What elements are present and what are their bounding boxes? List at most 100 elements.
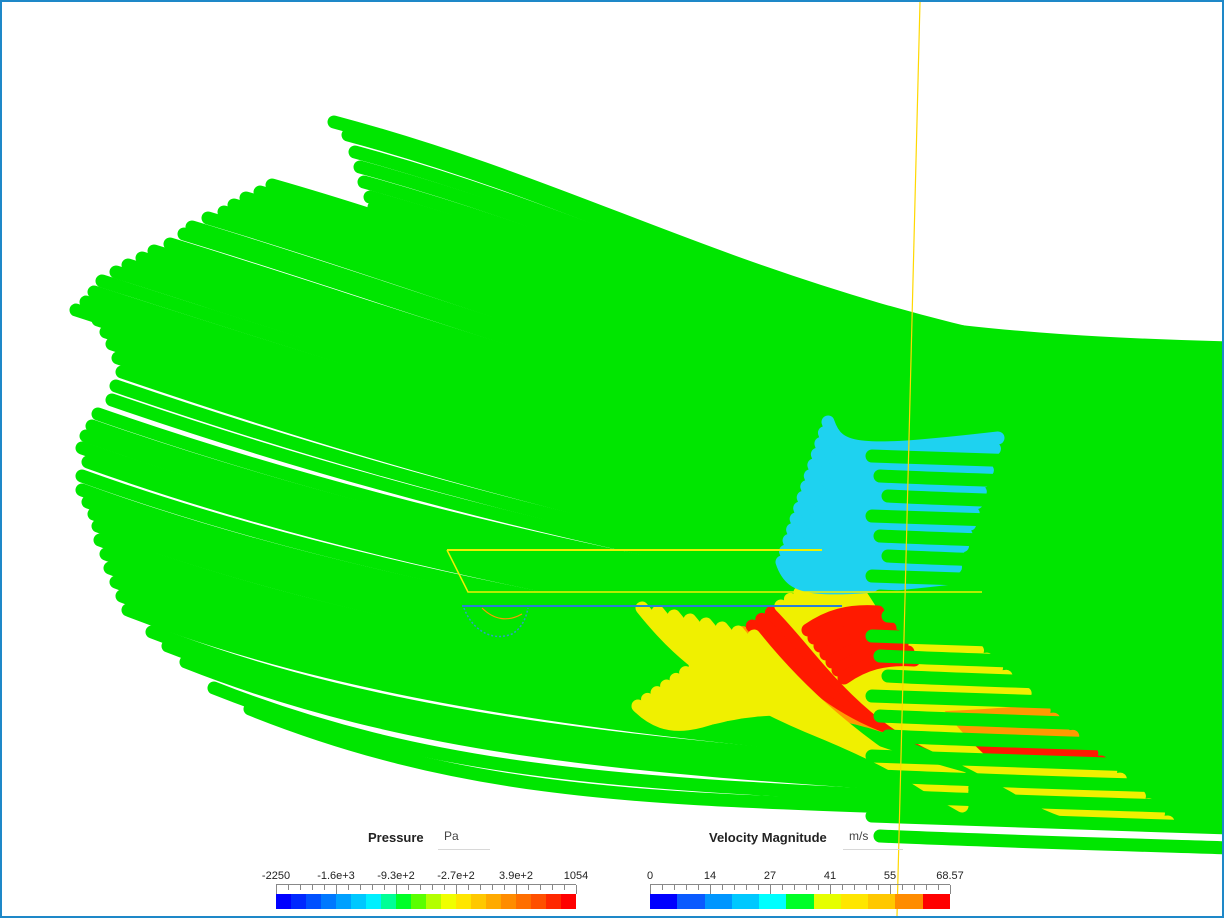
velocity-tick-label: 55 [883, 870, 897, 882]
streamline-scene[interactable] [2, 2, 1222, 916]
pressure-axis-tick [552, 885, 553, 890]
pressure-axis-tick [360, 885, 361, 890]
pressure-color-swatch [306, 894, 321, 909]
pressure-axis-tick [504, 885, 505, 890]
pressure-color-swatch [531, 894, 546, 909]
velocity-axis-tick [890, 885, 891, 894]
velocity-tick-label: 41 [823, 870, 837, 882]
pressure-color-swatch [501, 894, 516, 909]
pressure-color-swatch [336, 894, 351, 909]
pressure-legend: Pressure Pa -2250 -1.6e+3 -9.3e+2 -2.7e+2 3.… [248, 822, 589, 916]
velocity-axis-tick [866, 885, 867, 890]
pressure-axis-tick [540, 885, 541, 890]
velocity-axis-tick [650, 885, 651, 894]
pressure-color-swatch [291, 894, 306, 909]
velocity-color-swatch [759, 894, 787, 909]
velocity-legend: Velocity Magnitude m/s 0 14 27 41 55 68.57 [622, 822, 982, 916]
pressure-axis-tick [420, 885, 421, 890]
velocity-axis-tick [902, 885, 903, 890]
velocity-axis-tick [674, 885, 675, 890]
pressure-axis-tick [528, 885, 529, 890]
velocity-color-swatch [868, 894, 896, 909]
pressure-tick-label: -2250 [261, 870, 291, 882]
pressure-color-swatch [381, 894, 396, 909]
pressure-color-swatch [276, 894, 291, 909]
pressure-color-swatch [396, 894, 411, 909]
velocity-color-swatch [895, 894, 923, 909]
velocity-axis-tick [770, 885, 771, 894]
pressure-axis-tick [480, 885, 481, 890]
velocity-tick-label: 27 [763, 870, 777, 882]
pressure-legend-unit: Pa [438, 822, 490, 850]
pressure-axis-tick [324, 885, 325, 890]
pressure-axis-tick [300, 885, 301, 890]
velocity-axis-tick [722, 885, 723, 890]
pressure-axis-tick [396, 885, 397, 894]
cfd-viewport[interactable]: Pressure Pa -2250 -1.6e+3 -9.3e+2 -2.7e+2 3.… [0, 0, 1224, 918]
pressure-tick-label: -2.7e+2 [437, 870, 475, 882]
velocity-axis-tick [830, 885, 831, 894]
velocity-tick-labels: 0 14 27 41 55 68.57 [646, 870, 964, 884]
pressure-color-swatch [561, 894, 576, 909]
velocity-tick-label: 68.57 [936, 870, 964, 882]
pressure-axis-tick [576, 885, 577, 894]
velocity-axis-tick [938, 885, 939, 890]
velocity-axis-tick [842, 885, 843, 890]
pressure-axis-tick [408, 885, 409, 890]
pressure-axis-tick [444, 885, 445, 890]
velocity-axis-tick [734, 885, 735, 890]
pressure-axis-tick [372, 885, 373, 890]
velocity-axis-tick [686, 885, 687, 890]
velocity-axis-tick [950, 885, 951, 894]
pressure-axis-tick [288, 885, 289, 890]
pressure-axis-tick [312, 885, 313, 890]
velocity-axis-tick [926, 885, 927, 890]
pressure-color-swatch [471, 894, 486, 909]
velocity-axis-tick [758, 885, 759, 890]
pressure-tick-label: -9.3e+2 [377, 870, 415, 882]
velocity-color-swatch [786, 894, 814, 909]
velocity-color-swatch [731, 894, 760, 909]
pressure-color-swatch [546, 894, 561, 909]
pressure-color-swatch [441, 894, 456, 909]
velocity-color-swatch [813, 894, 841, 909]
pressure-axis-tick [336, 885, 337, 894]
pressure-axis-tick [564, 885, 565, 890]
velocity-color-bar [650, 894, 950, 909]
pressure-axis-tick [276, 885, 277, 894]
velocity-axis-tick [782, 885, 783, 890]
velocity-tick-label: 0 [646, 870, 654, 882]
velocity-axis-tick [662, 885, 663, 890]
pressure-color-swatch [411, 894, 426, 909]
velocity-color-swatch [677, 894, 705, 909]
velocity-axis-tick [854, 885, 855, 890]
velocity-color-swatch [704, 894, 732, 909]
pressure-color-swatch [486, 894, 501, 909]
pressure-tick-label: 1054 [563, 870, 589, 882]
velocity-color-swatch [650, 894, 678, 909]
pressure-legend-title: Pressure [368, 830, 424, 845]
pressure-axis-tick [516, 885, 517, 894]
pressure-color-swatch [456, 894, 471, 909]
velocity-axis-tick [878, 885, 879, 890]
velocity-color-swatch [840, 894, 869, 909]
pressure-axis-tick [492, 885, 493, 890]
pressure-tick-label: -1.6e+3 [317, 870, 355, 882]
pressure-axis-tick [456, 885, 457, 894]
velocity-axis-tick [710, 885, 711, 894]
pressure-axis-tick [468, 885, 469, 890]
velocity-legend-unit: m/s [843, 822, 903, 850]
pressure-color-bar [276, 894, 576, 909]
velocity-color-swatch [922, 894, 950, 909]
velocity-axis-tick [794, 885, 795, 890]
pressure-color-swatch [321, 894, 336, 909]
velocity-axis-tick [818, 885, 819, 890]
velocity-legend-title: Velocity Magnitude [709, 830, 827, 845]
pressure-color-swatch [351, 894, 366, 909]
velocity-tick-label: 14 [703, 870, 717, 882]
velocity-axis-tick [914, 885, 915, 890]
pressure-color-swatch [366, 894, 381, 909]
pressure-axis-tick [432, 885, 433, 890]
pressure-axis-tick [384, 885, 385, 890]
pressure-color-swatch [516, 894, 531, 909]
